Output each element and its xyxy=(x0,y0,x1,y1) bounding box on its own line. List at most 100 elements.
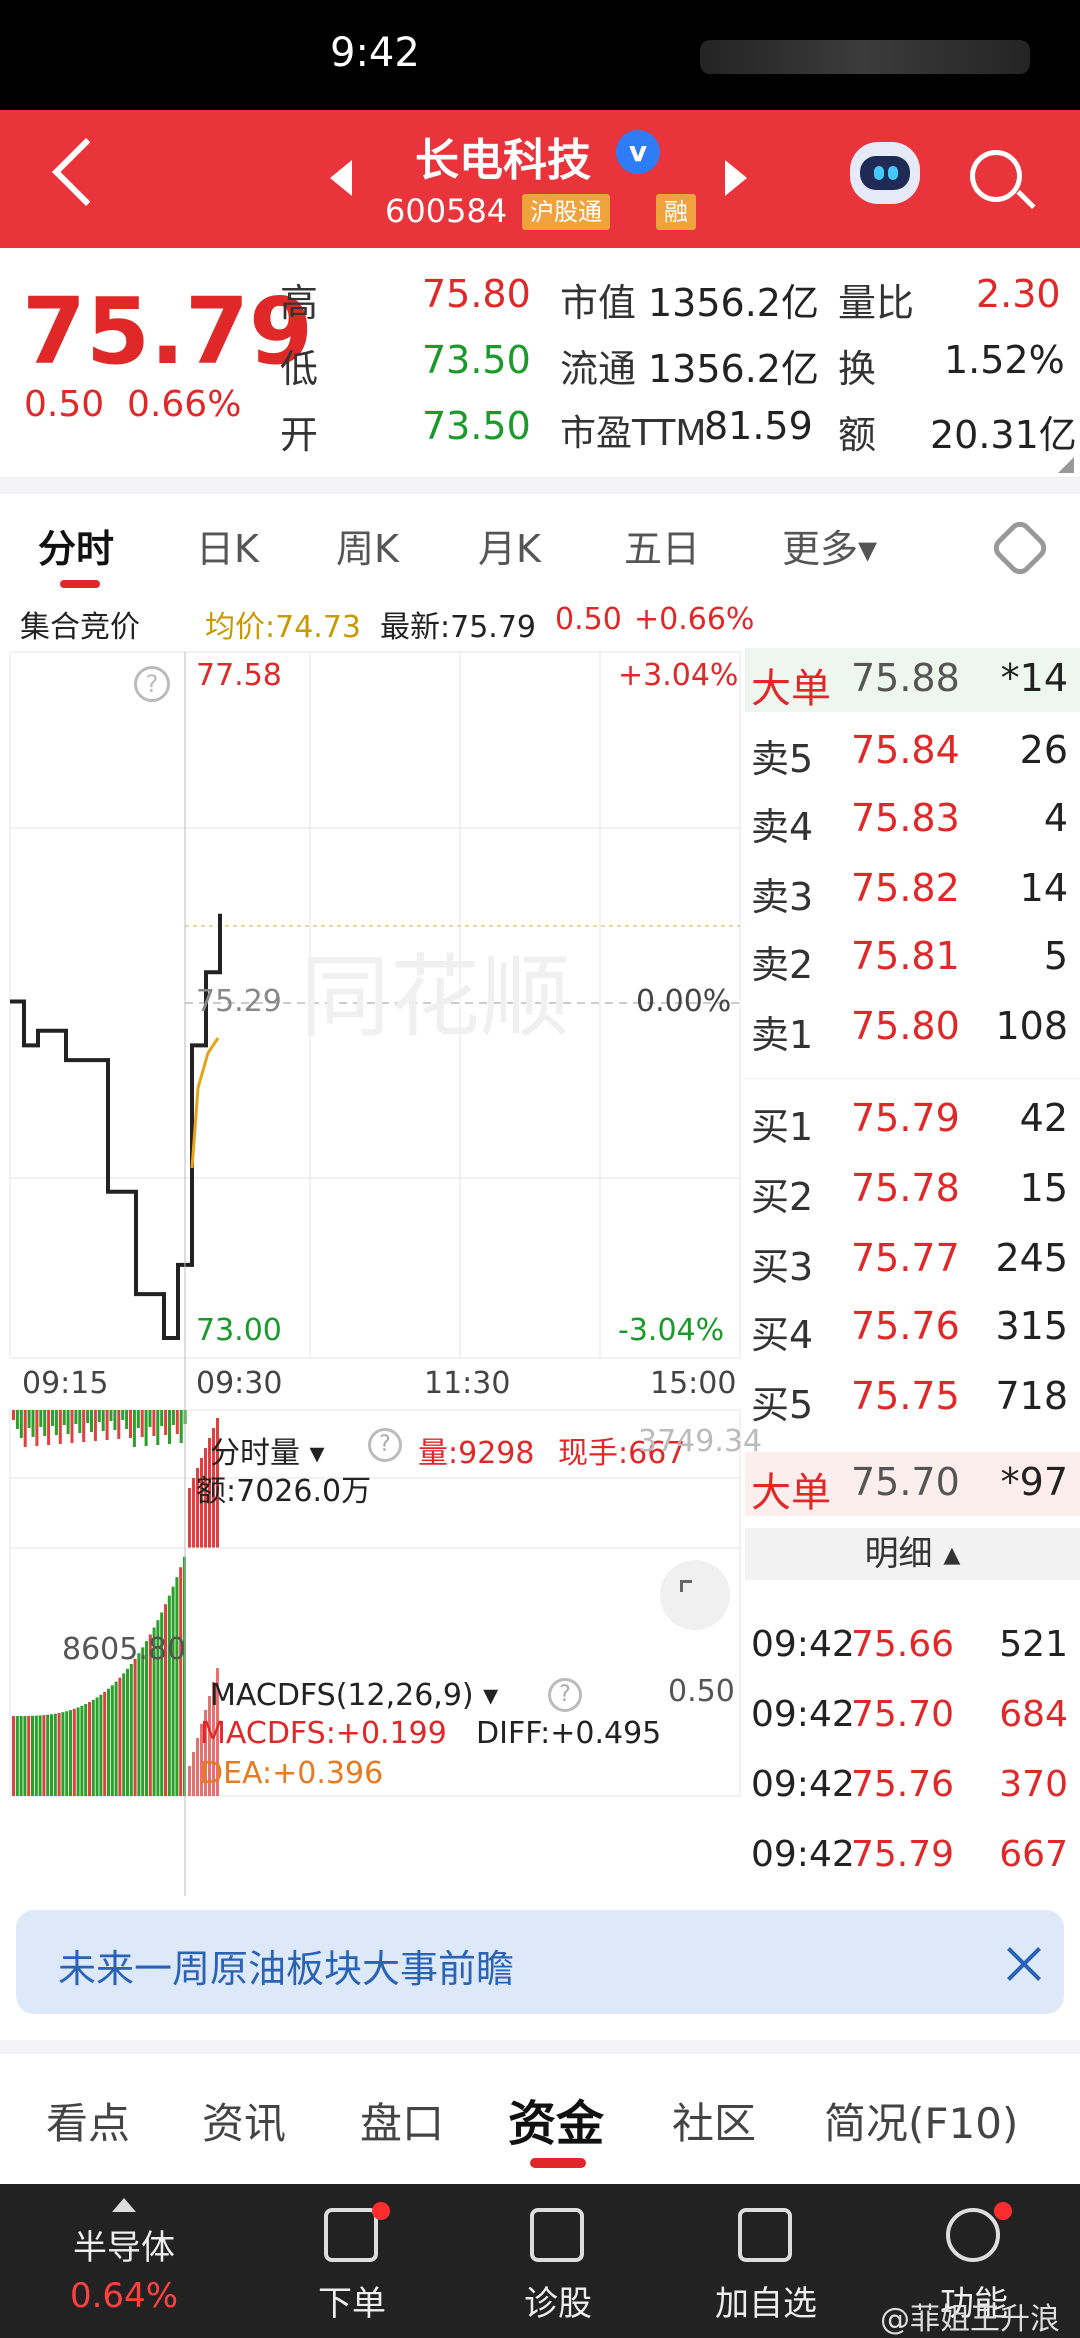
macd-right-scale: 0.50 xyxy=(668,1674,735,1709)
previous-stock-icon[interactable] xyxy=(330,160,352,196)
macd-bar xyxy=(133,1658,137,1796)
ask-5-row[interactable]: 卖5 75.84 26 xyxy=(745,720,1080,784)
next-stock-icon[interactable] xyxy=(725,160,747,196)
open-value: 73.50 xyxy=(422,404,531,448)
macd-bar xyxy=(72,1708,76,1796)
macd-bar xyxy=(53,1713,57,1796)
menu-circle-icon xyxy=(946,2208,1000,2262)
stock-header: 长电科技 v 600584 沪股通 融 xyxy=(0,110,1080,248)
stock-name: 长电科技 xyxy=(415,135,591,186)
bid-5-row[interactable]: 买5 75.75 718 xyxy=(745,1366,1080,1430)
volume-bar xyxy=(140,1410,144,1437)
bid-4-row[interactable]: 买4 75.76 315 xyxy=(745,1296,1080,1360)
volume-bar xyxy=(101,1410,105,1431)
volume-bar xyxy=(175,1410,179,1434)
macd-bar xyxy=(80,1705,84,1796)
open-label: 开 xyxy=(280,413,319,457)
macd-bar xyxy=(141,1647,145,1796)
big-order-ask-row[interactable]: 大单 75.88 *14 xyxy=(745,648,1080,712)
macd-bar xyxy=(12,1716,15,1796)
volume-bar xyxy=(90,1410,93,1432)
divider xyxy=(0,2040,1080,2054)
high-value: 75.80 xyxy=(422,272,531,316)
float-cap-label: 流通 xyxy=(560,347,637,391)
volume-bar xyxy=(117,1410,121,1439)
macd-bar xyxy=(171,1586,175,1796)
ask-2-row[interactable]: 卖2 75.81 5 xyxy=(745,926,1080,990)
sector-button[interactable]: 半导体 0.64% xyxy=(24,2184,224,2338)
macd-indicator-label[interactable]: MACDFS(12,26,9) ▾ xyxy=(210,1678,498,1713)
fullscreen-icon[interactable] xyxy=(660,1560,730,1630)
volume-bar xyxy=(129,1410,132,1438)
macd-bar xyxy=(31,1715,34,1796)
bid-1-row[interactable]: 买1 75.79 42 xyxy=(745,1088,1080,1152)
tab-monthly-k[interactable]: 月K xyxy=(478,518,541,573)
trade-detail-toggle[interactable]: 明细 ▴ xyxy=(745,1528,1080,1580)
intraday-info-line: 集合竞价 均价:74.73 最新:75.79 0.50 +0.66% xyxy=(0,598,1080,648)
pct-tick-bottom: -3.04% xyxy=(618,1313,725,1348)
volume-bar xyxy=(136,1410,140,1428)
close-icon[interactable] xyxy=(1006,1946,1042,1982)
macd-bar xyxy=(192,1752,195,1796)
amount-value: 20.31亿 xyxy=(930,413,1077,457)
tab-five-day[interactable]: 五日 xyxy=(624,518,700,573)
tab-community[interactable]: 社区 xyxy=(672,2090,756,2151)
intraday-chart[interactable]: 同花顺 77.58 75.29 73.00 +3.04% 0.00% -3.04… xyxy=(0,648,762,1896)
volume-bar xyxy=(19,1410,23,1438)
tab-handicap[interactable]: 盘口 xyxy=(360,2090,444,2151)
ask-1-row[interactable]: 卖1 75.80 108 xyxy=(745,996,1080,1060)
banner-text: 未来一周原油板块大事前瞻 xyxy=(58,1947,515,1991)
tab-profile-f10[interactable]: 简况(F10) xyxy=(824,2090,1018,2151)
volume-bar xyxy=(74,1410,78,1424)
volume-bar xyxy=(12,1410,15,1420)
macd-bar xyxy=(69,1710,72,1796)
tab-daily-k[interactable]: 日K xyxy=(196,518,259,573)
tab-capital[interactable]: 资金 xyxy=(508,2084,604,2154)
chart-settings-icon[interactable] xyxy=(988,516,1052,580)
volume-help-icon[interactable]: ? xyxy=(368,1428,402,1462)
sector-name: 半导体 xyxy=(73,2228,175,2268)
volume-bar xyxy=(23,1410,27,1447)
section-tabs: 看点 资讯 盘口 资金 社区 简况(F10) xyxy=(0,2054,1080,2184)
add-watchlist-button[interactable]: 加自选 xyxy=(666,2184,866,2338)
volume-bar xyxy=(39,1410,43,1427)
chart-period-tabs: 分时 日K 周K 月K 五日 更多▾ xyxy=(0,494,1080,598)
macd-bar xyxy=(84,1704,88,1796)
trade-row: 09:42 75.76 370 xyxy=(751,1764,1068,1805)
tab-highlights[interactable]: 看点 xyxy=(46,2090,130,2151)
ask-3-row[interactable]: 卖3 75.82 14 xyxy=(745,858,1080,922)
status-bar: 9:42 xyxy=(0,0,1080,110)
bid-3-row[interactable]: 买3 75.77 245 xyxy=(745,1228,1080,1292)
diagnose-stock-button[interactable]: 诊股 xyxy=(458,2184,658,2338)
help-icon[interactable]: ? xyxy=(134,666,170,702)
tab-intraday[interactable]: 分时 xyxy=(38,518,114,573)
volume-bar xyxy=(27,1410,31,1428)
back-arrow-icon[interactable] xyxy=(52,138,120,206)
macd-bar xyxy=(61,1712,65,1796)
tab-more[interactable]: 更多▾ xyxy=(782,518,877,573)
trade-row: 09:42 75.70 684 xyxy=(751,1694,1068,1735)
place-order-button[interactable]: 下单 xyxy=(252,2184,452,2338)
volume-bar xyxy=(168,1410,171,1444)
macd-help-icon[interactable]: ? xyxy=(548,1678,582,1712)
tab-weekly-k[interactable]: 周K xyxy=(336,518,399,573)
macd-bar xyxy=(110,1685,114,1796)
watermark: @菲姐王升浪 xyxy=(880,2302,1060,2337)
ask-4-row[interactable]: 卖4 75.83 4 xyxy=(745,788,1080,852)
x-tick-1500: 15:00 xyxy=(650,1366,737,1401)
divider xyxy=(0,478,1080,494)
volume-bar xyxy=(15,1410,19,1429)
macd-bar xyxy=(57,1712,61,1796)
volume-bar xyxy=(125,1410,129,1429)
big-order-bid-row[interactable]: 大单 75.70 *97 xyxy=(745,1452,1080,1516)
news-banner[interactable]: 未来一周原油板块大事前瞻 xyxy=(16,1910,1064,2014)
y-tick-mid: 75.29 xyxy=(196,984,282,1019)
macd-bar xyxy=(42,1715,46,1796)
tab-news[interactable]: 资讯 xyxy=(202,2090,286,2151)
x-tick-0930: 09:30 xyxy=(196,1366,283,1401)
assistant-robot-icon[interactable] xyxy=(850,142,920,204)
y-tick-bottom: 73.00 xyxy=(196,1313,282,1348)
bid-2-row[interactable]: 买2 75.78 15 xyxy=(745,1158,1080,1222)
search-icon[interactable] xyxy=(970,150,1022,202)
expand-corner-icon[interactable] xyxy=(1058,457,1074,473)
